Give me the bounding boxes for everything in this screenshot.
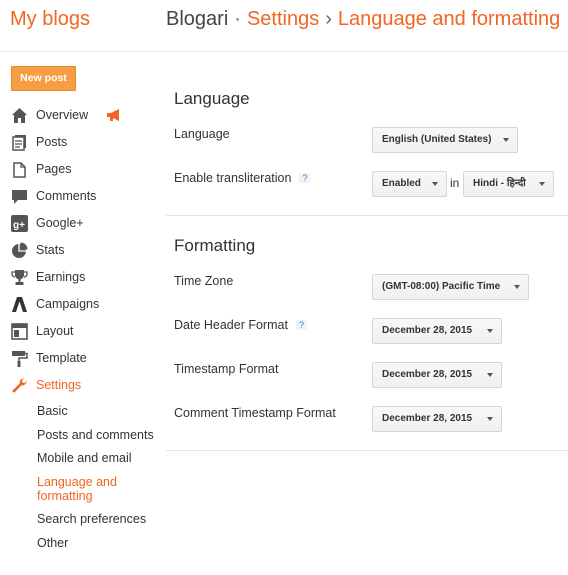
sidebar-item-overview[interactable]: Overview [0, 102, 160, 129]
subnav-item-basic[interactable]: Basic [37, 404, 68, 418]
sidebar-item-label: Settings [36, 378, 82, 392]
comment-timestamp-format-label: Comment Timestamp Format [174, 406, 336, 420]
pie-chart-icon [12, 242, 28, 258]
comment-timestamp-format-value: December 28, 2015 [382, 413, 473, 424]
new-post-button[interactable]: New post [11, 66, 76, 91]
section-divider [166, 450, 568, 451]
date-header-format-label: Date Header Format? [174, 318, 307, 332]
chevron-down-icon [432, 182, 438, 186]
chevron-down-icon [487, 329, 493, 333]
breadcrumb-settings[interactable]: Settings [247, 8, 319, 30]
transliteration-language-select[interactable]: Hindi - हिन्दी [463, 171, 554, 197]
sidebar-item-label: Campaigns [36, 297, 100, 311]
section-divider [166, 215, 568, 216]
chevron-down-icon [503, 138, 509, 142]
sidebar-item-stats[interactable]: Stats [0, 237, 160, 264]
sidebar-item-label: Template [36, 351, 87, 365]
in-label: in [450, 176, 460, 190]
sidebar-item-label: Layout [36, 324, 74, 338]
timezone-select[interactable]: (GMT-08:00) Pacific Time [372, 274, 529, 300]
language-label: Language [174, 127, 230, 141]
date-header-format-value: December 28, 2015 [382, 325, 473, 336]
transliteration-select[interactable]: Enabled [372, 171, 447, 197]
my-blogs-link[interactable]: My blogs [10, 8, 90, 31]
transliteration-select-value: Enabled [382, 178, 421, 189]
sidebar-item-settings[interactable]: Settings [0, 372, 160, 399]
sidebar-item-pages[interactable]: Pages [0, 156, 160, 183]
sidebar-item-layout[interactable]: Layout [0, 318, 160, 345]
chevron-down-icon [487, 417, 493, 421]
timestamp-format-value: December 28, 2015 [382, 369, 473, 380]
timezone-select-value: (GMT-08:00) Pacific Time [382, 281, 501, 292]
sidebar-nav: Overview Posts Pages Comments g+ Google+… [0, 102, 160, 399]
google-plus-icon: g+ [11, 215, 28, 232]
sidebar-item-campaigns[interactable]: Campaigns [0, 291, 160, 318]
wrench-icon [12, 378, 27, 393]
sidebar-item-comments[interactable]: Comments [0, 183, 160, 210]
pages-icon [13, 162, 26, 178]
home-icon [12, 108, 27, 123]
subnav-item-mobile-and-email[interactable]: Mobile and email [37, 451, 132, 465]
help-icon[interactable]: ? [299, 173, 311, 183]
trophy-icon [11, 270, 28, 285]
date-header-format-select[interactable]: December 28, 2015 [372, 318, 502, 344]
help-icon[interactable]: ? [295, 320, 307, 330]
comment-timestamp-format-select[interactable]: December 28, 2015 [372, 406, 502, 432]
formatting-section-title: Formatting [174, 236, 256, 255]
sidebar-item-label: Posts [36, 135, 68, 149]
transliteration-label-text: Enable transliteration [174, 171, 292, 185]
timestamp-format-label: Timestamp Format [174, 362, 279, 376]
top-header: My blogs Blogari · Settings › Language and f… [0, 0, 568, 52]
date-header-format-label-text: Date Header Format [174, 318, 288, 332]
adwords-icon [12, 297, 27, 312]
sidebar-item-label: Stats [36, 243, 65, 257]
paint-roller-icon [12, 351, 28, 367]
layout-icon [11, 323, 28, 340]
sidebar-item-earnings[interactable]: Earnings [0, 264, 160, 291]
posts-icon [12, 135, 26, 151]
sidebar-item-label: Comments [36, 189, 97, 203]
sidebar-item-google-plus[interactable]: g+ Google+ [0, 210, 160, 237]
svg-text:g+: g+ [13, 220, 25, 231]
language-select[interactable]: English (United States) [372, 127, 518, 153]
transliteration-language-value: Hindi - हिन्दी [473, 178, 526, 189]
sidebar-item-label: Google+ [36, 216, 84, 230]
comment-icon [12, 190, 27, 204]
sidebar-item-label: Overview [36, 108, 89, 122]
subnav-item-language-and-formatting[interactable]: Language and formatting [37, 475, 147, 503]
breadcrumb: Blogari · Settings › Language and formatting [166, 8, 560, 31]
breadcrumb-current-page: Language and formatting [337, 8, 561, 30]
chevron-down-icon [487, 373, 493, 377]
chevron-down-icon [514, 285, 520, 289]
breadcrumb-separator: › [325, 8, 332, 30]
sidebar-item-label: Earnings [36, 270, 86, 284]
language-section-title: Language [174, 89, 250, 108]
timezone-label: Time Zone [174, 274, 234, 288]
subnav-item-other[interactable]: Other [37, 536, 68, 550]
chevron-down-icon [539, 182, 545, 186]
sidebar-item-label: Pages [36, 162, 72, 176]
subnav-item-search-preferences[interactable]: Search preferences [37, 512, 146, 526]
breadcrumb-blog-name[interactable]: Blogari [166, 8, 228, 30]
megaphone-icon [107, 109, 119, 121]
sidebar-item-template[interactable]: Template [0, 345, 160, 372]
transliteration-label: Enable transliteration? [174, 171, 311, 185]
breadcrumb-separator: · [234, 8, 241, 30]
timestamp-format-select[interactable]: December 28, 2015 [372, 362, 502, 388]
sidebar-item-posts[interactable]: Posts [0, 129, 160, 156]
subnav-item-posts-and-comments[interactable]: Posts and comments [37, 428, 154, 442]
language-select-value: English (United States) [382, 134, 492, 145]
